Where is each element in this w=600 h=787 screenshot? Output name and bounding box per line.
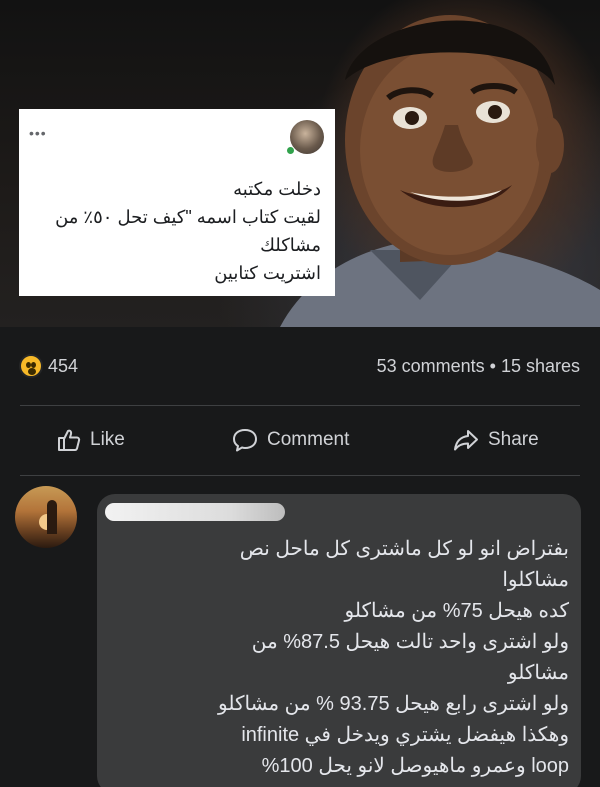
author-avatar bbox=[290, 120, 324, 154]
comment-line: وهكذا هيفضل يشتري ويدخل في infinite bbox=[241, 724, 569, 746]
separator-dot: • bbox=[489, 356, 496, 376]
commenter-avatar[interactable] bbox=[15, 486, 77, 548]
action-bar: Like Comment Share bbox=[0, 405, 600, 475]
share-button[interactable]: Share bbox=[452, 425, 539, 455]
comment-text: بفتراض انو لو كل ماشترى كل ماحل نص مشاكل… bbox=[105, 534, 569, 782]
comment-line: كده هيحل 75% من مشاكلو bbox=[344, 600, 569, 622]
comment-line: بفتراض انو لو كل ماشترى كل ماحل نص bbox=[239, 538, 569, 560]
quoted-post-line: لقيت كتاب اسمه "كيف تحل ٥٠٪ من bbox=[55, 207, 321, 227]
comments-count-link[interactable]: 53 comments bbox=[377, 356, 485, 376]
quoted-post-text: دخلت مكتبه لقيت كتاب اسمه "كيف تحل ٥٠٪ م… bbox=[29, 175, 321, 287]
comment-line: مشاكلوا bbox=[502, 569, 569, 591]
share-arrow-icon bbox=[454, 430, 478, 451]
thumbs-up-icon bbox=[58, 429, 81, 451]
comment-bubble-icon bbox=[233, 429, 257, 452]
quoted-post-line: مشاكلك bbox=[260, 235, 321, 255]
quoted-post-line: اشتريت كتابين bbox=[214, 263, 321, 283]
like-button[interactable]: Like bbox=[56, 425, 125, 455]
divider bbox=[20, 475, 580, 476]
comment-label: Comment bbox=[267, 429, 350, 450]
online-status-icon bbox=[286, 146, 295, 155]
comment-bubble: بفتراض انو لو كل ماشترى كل ماحل نص مشاكل… bbox=[97, 494, 581, 787]
comment-line: loop وعمرو ماهيوصل لانو يحل 100% bbox=[261, 755, 569, 777]
comments-shares-summary: 53 comments • 15 shares bbox=[377, 356, 580, 377]
comment-button[interactable]: Comment bbox=[231, 425, 349, 455]
commenter-name-redacted[interactable] bbox=[105, 503, 285, 521]
shares-count-link[interactable]: 15 shares bbox=[501, 356, 580, 376]
comment-line: مشاكلو bbox=[507, 662, 569, 684]
more-horizontal-icon: ••• bbox=[29, 125, 47, 141]
quoted-post-card: ••• دخلت مكتبه لقيت كتاب اسمه "كيف تحل ٥… bbox=[19, 109, 335, 296]
like-label: Like bbox=[90, 429, 125, 450]
reaction-count[interactable]: 454 bbox=[48, 356, 78, 377]
quoted-post-line: دخلت مكتبه bbox=[233, 179, 321, 199]
engagement-stats: 454 53 comments • 15 shares bbox=[0, 327, 600, 405]
comment-line: ولو اشترى رابع هيحل 93.75 % من مشاكلو bbox=[218, 693, 569, 715]
haha-emoji-icon[interactable] bbox=[19, 354, 43, 378]
comment-line: ولو اشترى واحد تالت هيحل 87.5% من bbox=[251, 631, 569, 653]
share-label: Share bbox=[488, 429, 539, 450]
post-image[interactable]: ••• دخلت مكتبه لقيت كتاب اسمه "كيف تحل ٥… bbox=[0, 0, 600, 327]
